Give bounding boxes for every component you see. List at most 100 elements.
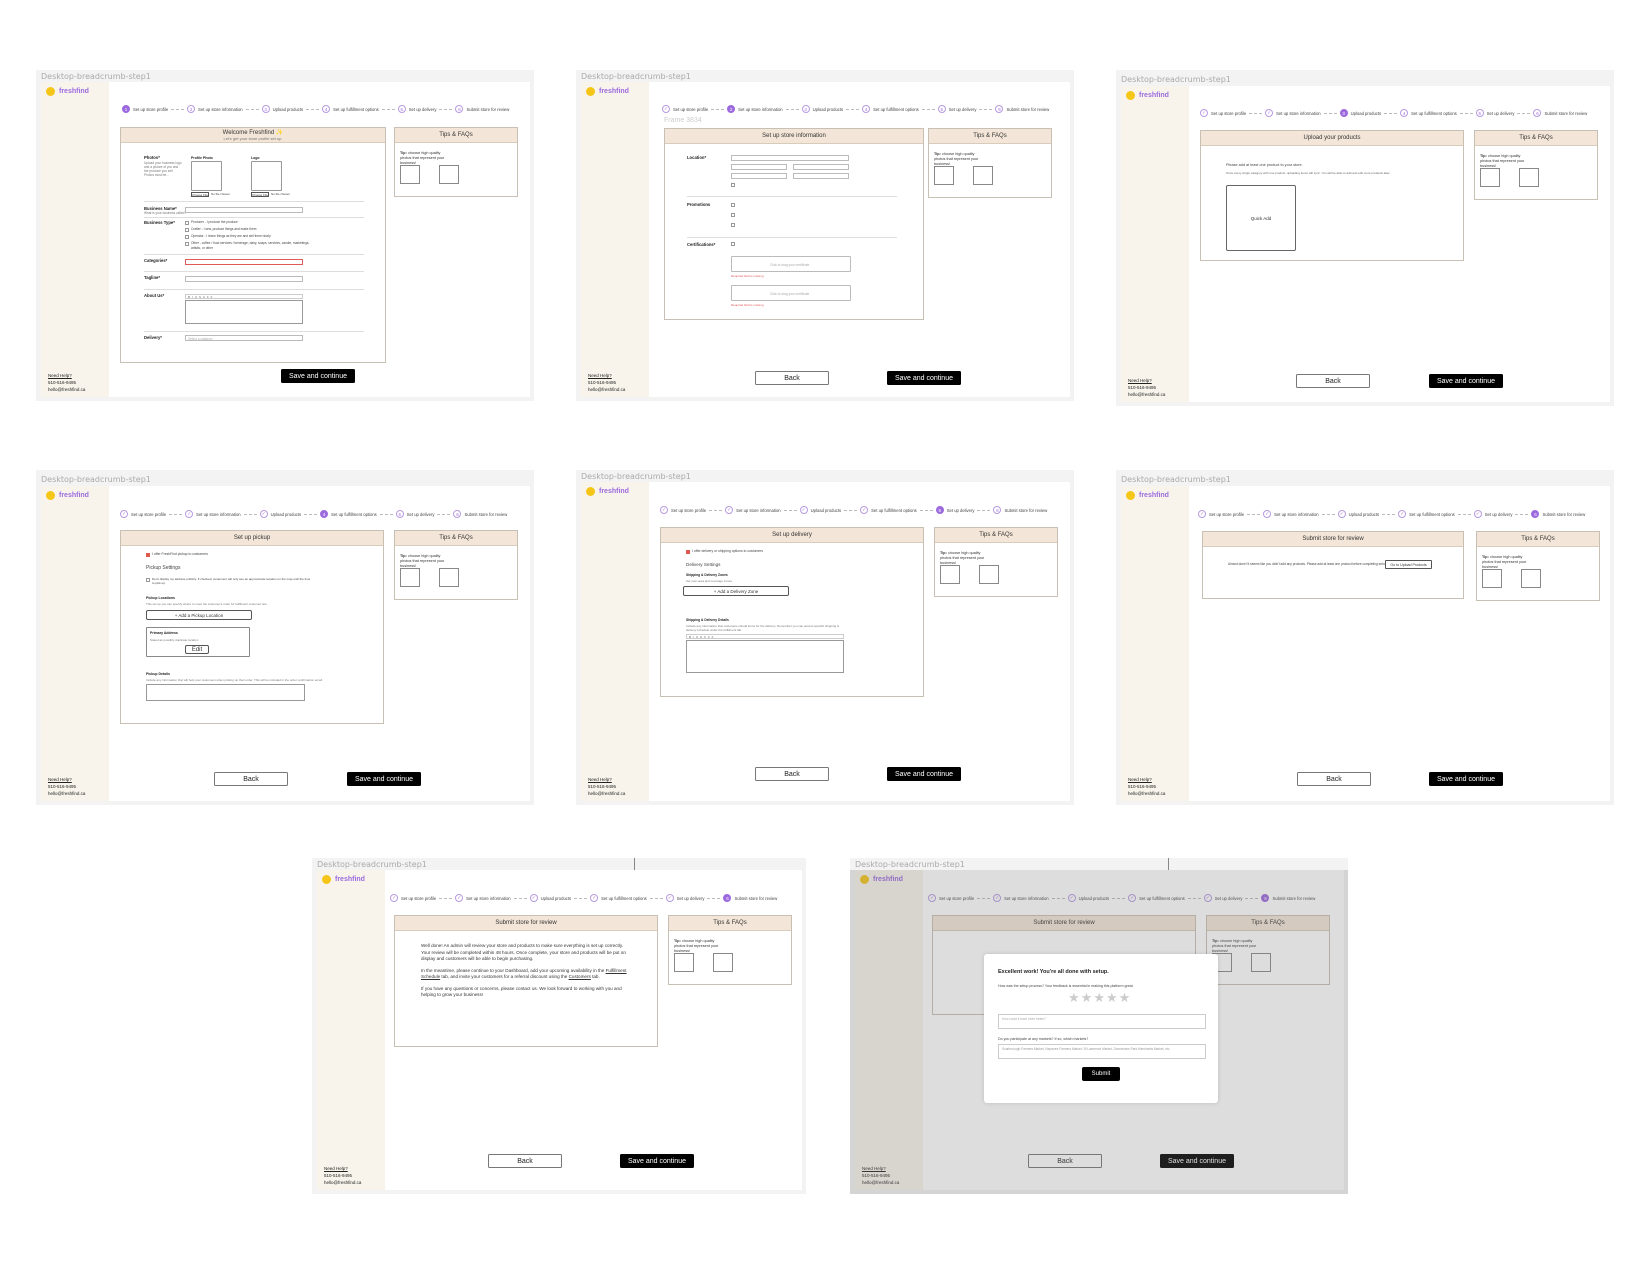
breadcrumb-step[interactable]: ✓ Set up store profile (390, 894, 436, 902)
save-continue-button[interactable]: Save and continue (887, 371, 961, 385)
brand-logo[interactable]: freshfind (1126, 91, 1169, 100)
breadcrumb-step[interactable]: ✓ Upload products (1337, 510, 1379, 518)
breadcrumb-step[interactable]: 6 Submit store for review (995, 105, 1049, 113)
customers-link[interactable]: Customers (569, 974, 591, 979)
save-continue-button[interactable]: Save and continue (620, 1154, 694, 1168)
certificate-dropzone[interactable]: Click to drag your certificate (731, 285, 851, 301)
breadcrumb-step[interactable]: ✓ Set up fulfillment options (860, 506, 917, 514)
save-continue-button[interactable]: Save and continue (1429, 772, 1503, 786)
save-continue-button[interactable]: Save and continue (347, 772, 421, 786)
breadcrumb-step[interactable]: 4 Set up fulfillment options (322, 105, 379, 113)
submit-feedback-button[interactable]: Submit (1082, 1067, 1120, 1081)
breadcrumb-step[interactable]: ✓ Upload products (799, 506, 841, 514)
breadcrumb-step[interactable]: 5 Set up delivery (397, 105, 436, 113)
breadcrumb-step[interactable]: 5 Set up delivery (935, 506, 974, 514)
need-help-link[interactable]: Need Help? (588, 776, 625, 783)
about-textarea[interactable] (185, 300, 303, 324)
back-button[interactable]: Back (755, 371, 829, 385)
pickup-details-textarea[interactable] (146, 684, 305, 701)
choose-file-button[interactable]: Choose File (251, 192, 269, 197)
offer-delivery-checkbox[interactable] (686, 550, 690, 554)
editor-toolbar[interactable]: B I U S ≡ ≡ ≡ (185, 294, 303, 299)
edit-address-button[interactable]: Edit (185, 645, 209, 654)
back-button[interactable]: Back (755, 767, 829, 781)
star-icon[interactable]: ★ (1093, 990, 1105, 1006)
breadcrumb-step[interactable]: ✓ Set up fulfillment options (1398, 510, 1455, 518)
need-help-link[interactable]: Need Help? (48, 372, 85, 379)
breadcrumb-step[interactable]: 5 Set up delivery (937, 105, 976, 113)
breadcrumb-step[interactable]: ✓ Set up store information (1265, 109, 1321, 117)
save-continue-button[interactable]: Save and continue (1429, 374, 1503, 388)
brand-logo[interactable]: freshfind (46, 491, 89, 500)
promo-checkbox[interactable] (731, 223, 735, 227)
type-checkbox[interactable] (185, 221, 189, 225)
need-help-link[interactable]: Need Help? (48, 776, 85, 783)
breadcrumb-step[interactable]: 5 Set up delivery (395, 510, 434, 518)
breadcrumb-step[interactable]: 6 Submit store for review (1531, 510, 1585, 518)
go-upload-products-button[interactable]: Go to Upload Products (1385, 560, 1432, 569)
breadcrumb-step[interactable]: 4 Set up fulfillment options (320, 510, 377, 518)
postal-input[interactable] (731, 173, 787, 179)
delivery-select[interactable]: Select a category (185, 335, 303, 341)
breadcrumb-step[interactable]: ✓ Upload products (259, 510, 301, 518)
breadcrumb-step[interactable]: 2 Set up store information (187, 105, 243, 113)
province-input[interactable] (793, 164, 849, 170)
feedback-textarea[interactable]: How could it have been better? (998, 1014, 1206, 1029)
breadcrumb-step[interactable]: ✓ Set up store information (185, 510, 241, 518)
address-input[interactable] (731, 155, 849, 161)
star-icon[interactable]: ★ (1068, 990, 1080, 1006)
star-icon[interactable]: ★ (1081, 990, 1093, 1006)
star-icon[interactable]: ★ (1106, 990, 1118, 1006)
delivery-details-textarea[interactable] (686, 640, 844, 673)
breadcrumb-step[interactable]: ✓ Upload products (529, 894, 571, 902)
breadcrumb-step[interactable]: ✓ Set up fulfillment options (590, 894, 647, 902)
star-rating[interactable]: ★ ★ ★ ★ ★ (1068, 990, 1131, 1006)
breadcrumb-step[interactable]: ✓ Set up store profile (120, 510, 166, 518)
need-help-link[interactable]: Need Help? (588, 372, 625, 379)
brand-logo[interactable]: freshfind (586, 487, 629, 496)
breadcrumb-step[interactable]: 3 Upload products (1339, 109, 1381, 117)
hide-address-checkbox[interactable] (146, 578, 150, 582)
breadcrumb-step[interactable]: 6 Submit store for review (723, 894, 777, 902)
breadcrumb-step[interactable]: 2 Set up store information (727, 105, 783, 113)
display-address-checkbox[interactable] (731, 183, 735, 187)
breadcrumb-step[interactable]: 4 Set up fulfillment options (862, 105, 919, 113)
quick-add-button[interactable]: Quick Add (1226, 185, 1296, 251)
breadcrumb-step[interactable]: ✓ Set up store information (455, 894, 511, 902)
save-continue-button[interactable]: Save and continue (887, 767, 961, 781)
type-checkbox[interactable] (185, 228, 189, 232)
breadcrumb-step[interactable]: 3 Upload products (261, 105, 303, 113)
breadcrumb-step[interactable]: 6 Submit store for review (993, 506, 1047, 514)
tagline-input[interactable] (185, 276, 303, 282)
business-name-input[interactable] (185, 207, 303, 213)
breadcrumb-step[interactable]: ✓ Set up store profile (660, 506, 706, 514)
certificate-dropzone[interactable]: Click to drag your certificate (731, 256, 851, 272)
back-button[interactable]: Back (1296, 374, 1370, 388)
breadcrumb-step[interactable]: ✓ Set up delivery (1473, 510, 1512, 518)
breadcrumb-step[interactable]: ✓ Set up store profile (1200, 109, 1246, 117)
breadcrumb-step[interactable]: ✓ Set up store profile (662, 105, 708, 113)
save-continue-button[interactable]: Save and continue (281, 369, 355, 383)
breadcrumb-step[interactable]: ✓ Set up store information (1263, 510, 1319, 518)
choose-file-button[interactable]: Choose File (191, 192, 209, 197)
type-checkbox[interactable] (185, 235, 189, 239)
brand-logo[interactable]: freshfind (322, 875, 365, 884)
add-delivery-zone-button[interactable]: + Add a Delivery Zone (683, 586, 789, 596)
add-pickup-location-button[interactable]: + Add a Pickup Location (146, 610, 252, 620)
brand-logo[interactable]: freshfind (1126, 491, 1169, 500)
breadcrumb-step[interactable]: 5 Set up delivery (1475, 109, 1514, 117)
back-button[interactable]: Back (1297, 772, 1371, 786)
categories-input[interactable] (185, 259, 303, 265)
breadcrumb-step[interactable]: ✓ Set up delivery (665, 894, 704, 902)
breadcrumb-step[interactable]: ✓ Set up store information (725, 506, 781, 514)
promo-checkbox[interactable] (731, 213, 735, 217)
need-help-link[interactable]: Need Help? (1128, 776, 1165, 783)
editor-toolbar[interactable]: B I U S ≡ ≡ ≡ (686, 634, 844, 639)
promo-checkbox[interactable] (731, 203, 735, 207)
need-help-link[interactable]: Need Help? (324, 1165, 361, 1172)
star-icon[interactable]: ★ (1119, 990, 1131, 1006)
markets-textarea[interactable]: Scarborough Farmers Market, Nepanee Farm… (998, 1044, 1206, 1059)
back-button[interactable]: Back (488, 1154, 562, 1168)
offer-pickup-checkbox[interactable] (146, 553, 150, 557)
brand-logo[interactable]: freshfind (586, 87, 629, 96)
